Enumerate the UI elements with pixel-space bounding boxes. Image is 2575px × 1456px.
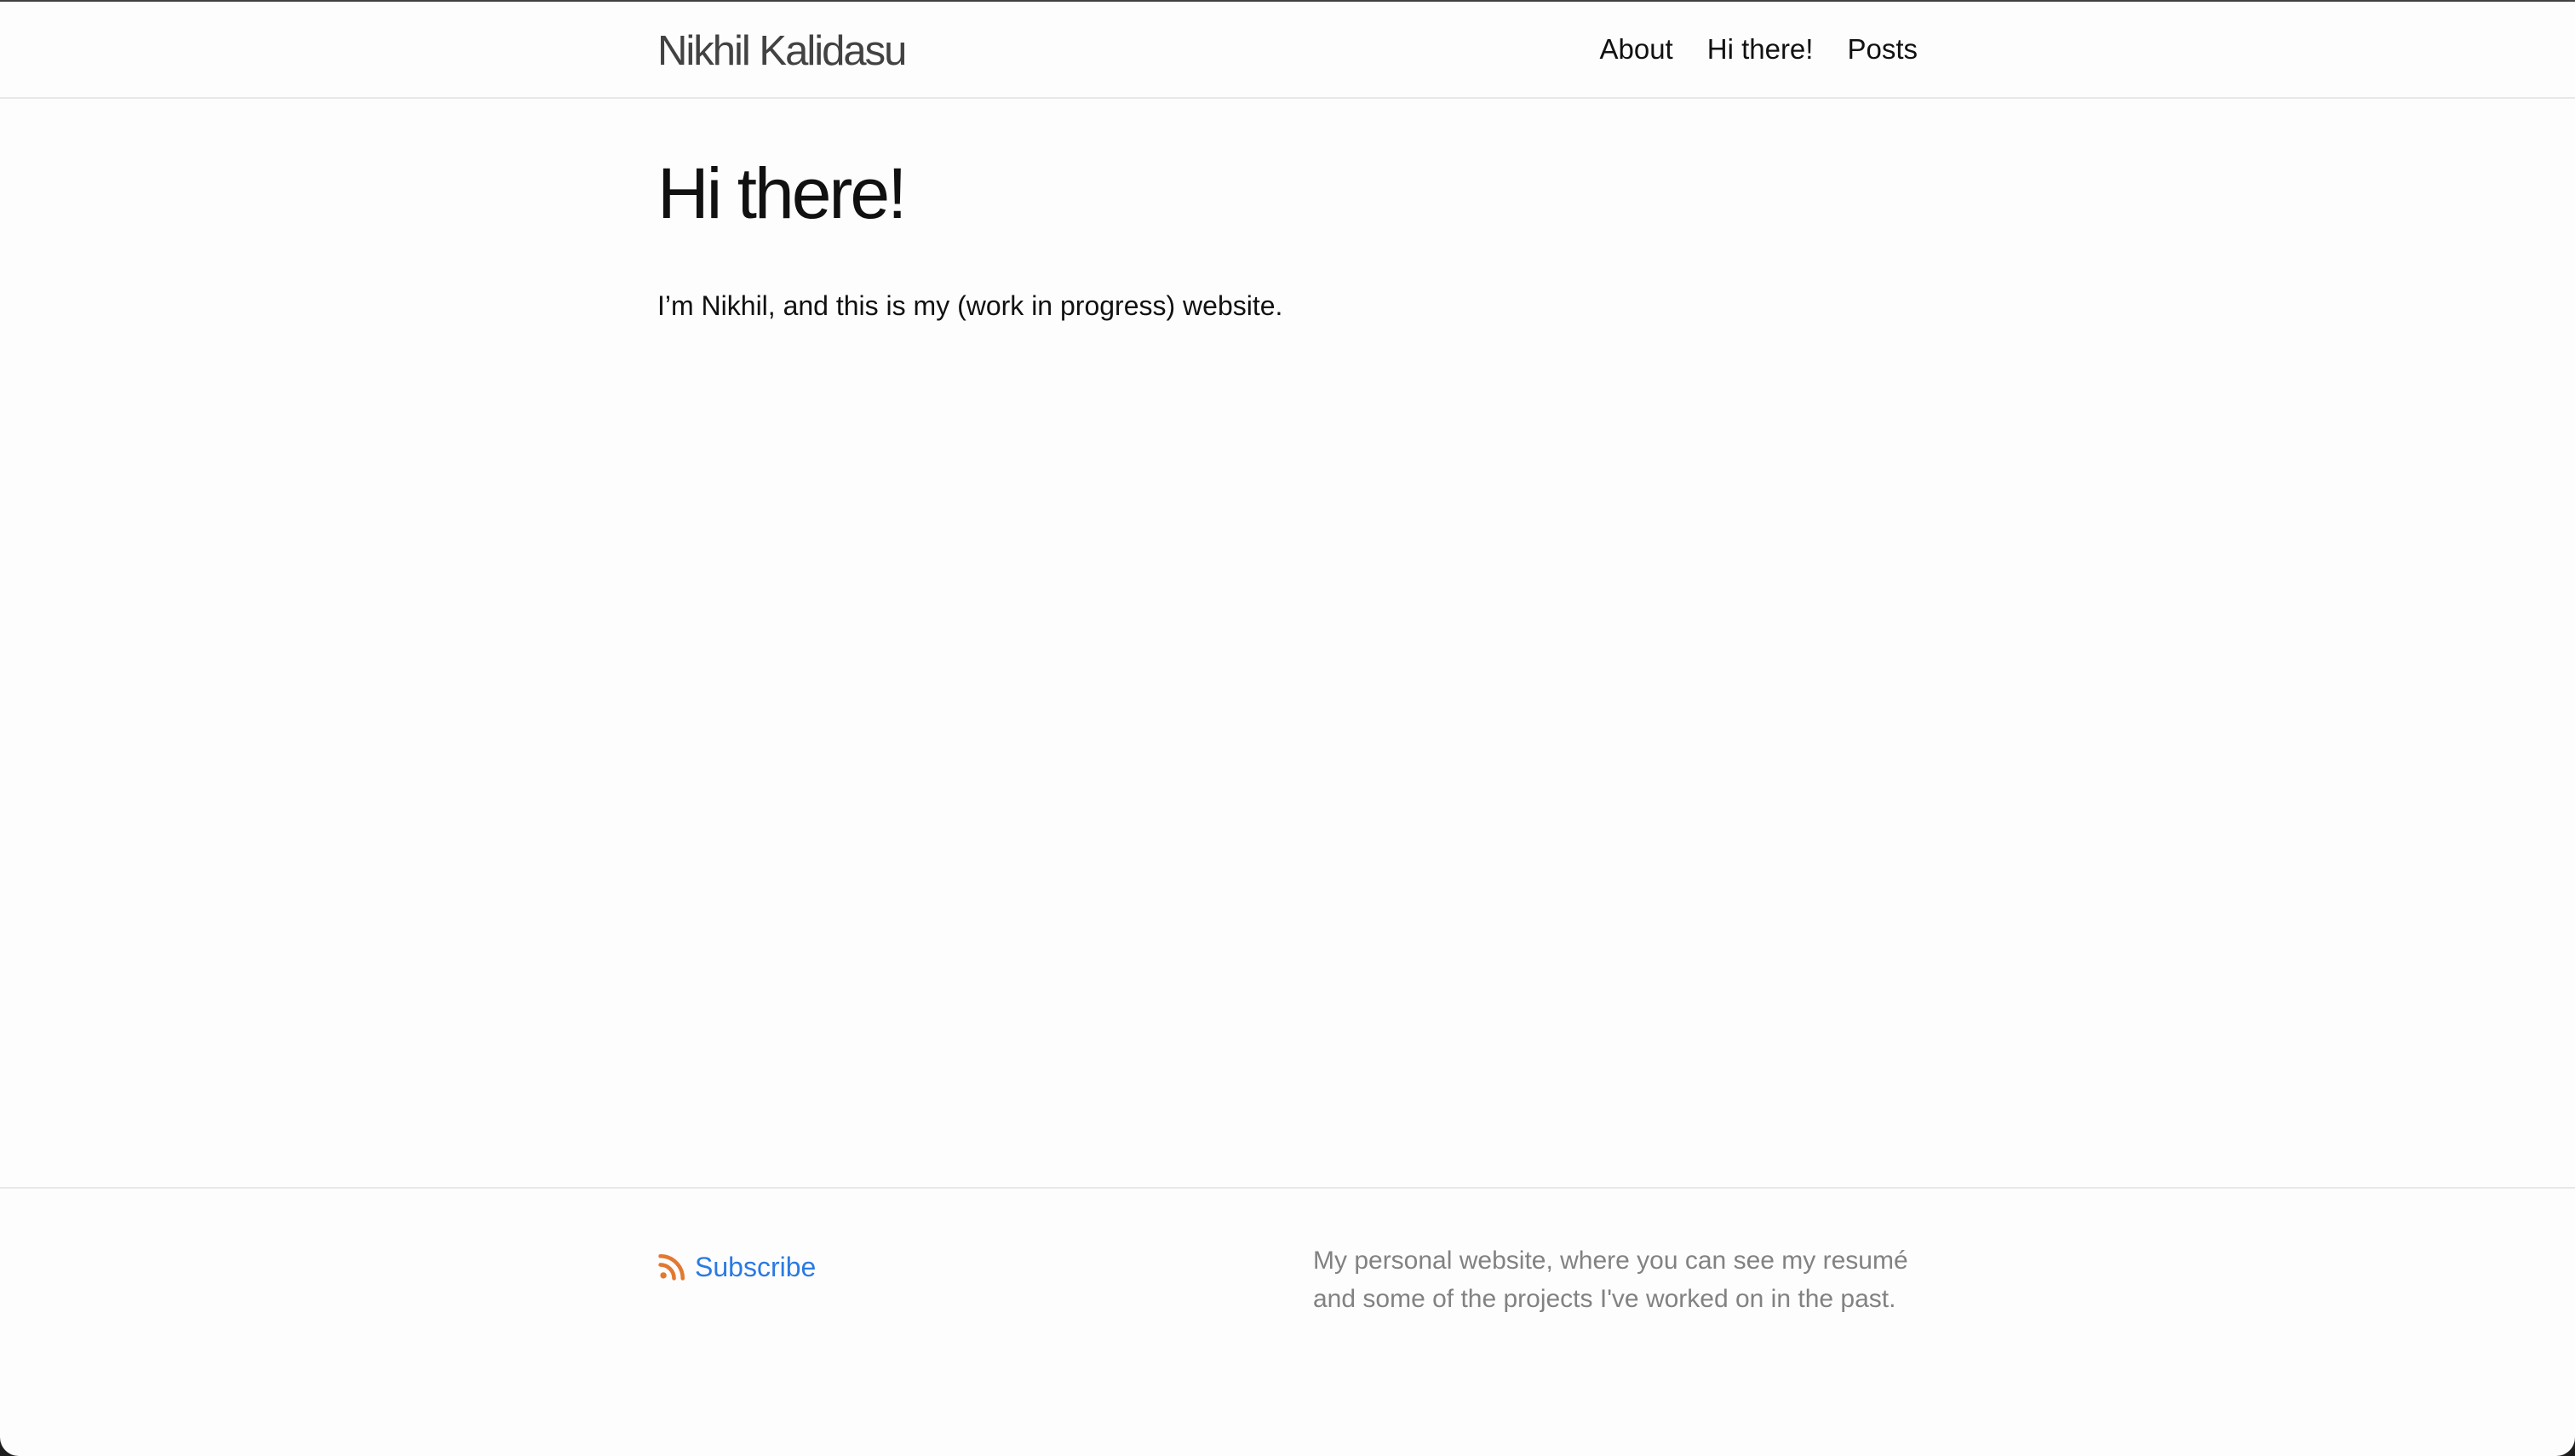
intro-text: I’m Nikhil, and this is my (work in prog… — [657, 290, 1283, 321]
subscribe-link[interactable]: Subscribe — [657, 1247, 816, 1287]
nav-link-about[interactable]: About — [1599, 27, 1672, 72]
site-description: My personal website, where you can see m… — [1313, 1247, 1908, 1313]
rss-icon — [658, 1253, 685, 1281]
subscribe-label: Subscribe — [695, 1252, 817, 1282]
nav-link-hi-there[interactable]: Hi there! — [1707, 27, 1814, 72]
site-footer: Subscribe My personal website, where you… — [0, 1187, 2575, 1456]
site-title-link[interactable]: Nikhil Kalidasu — [657, 26, 907, 77]
site-header: Nikhil Kalidasu About Hi there! Posts — [0, 2, 2575, 99]
browser-page: Nikhil Kalidasu About Hi there! Posts Hi… — [0, 0, 2575, 1456]
nav-link-posts[interactable]: Posts — [1847, 27, 1918, 72]
page-title: Hi there! — [657, 153, 907, 233]
site-nav: About Hi there! Posts — [1584, 27, 1918, 72]
